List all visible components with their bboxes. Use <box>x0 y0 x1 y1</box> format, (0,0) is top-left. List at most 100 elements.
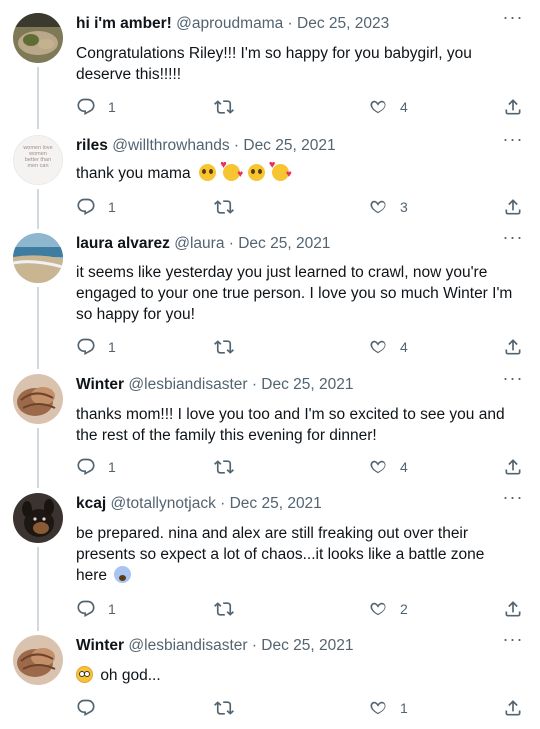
reply-icon <box>77 338 95 356</box>
display-name[interactable]: hi i'm amber! <box>76 15 172 32</box>
tweet-actions: 1 <box>0 696 540 720</box>
like-button[interactable]: 3 <box>368 195 408 219</box>
tweet-header: Winter @lesbiandisaster · Dec 25, 2021 <box>76 635 354 657</box>
retweet-icon <box>214 602 234 616</box>
smiling-face-with-hearts-emoji <box>269 160 292 181</box>
tweet-text: it seems like yesterday you just learned… <box>76 264 513 323</box>
avatar[interactable] <box>13 374 63 424</box>
display-name[interactable]: riles <box>76 137 108 154</box>
tweet-text: thanks mom!!! I love you too and I'm so … <box>76 406 505 444</box>
reply-icon <box>77 600 95 618</box>
share-button[interactable] <box>503 95 523 119</box>
display-name[interactable]: kcaj <box>76 495 106 512</box>
holding-hands-avatar <box>13 374 63 424</box>
more-icon[interactable]: ··· <box>500 488 526 509</box>
food-photo-avatar <box>13 13 63 63</box>
like-button[interactable]: 1 <box>368 696 408 720</box>
display-name[interactable]: Winter <box>76 637 124 654</box>
handle-date[interactable]: @laura · Dec 25, 2021 <box>174 235 330 252</box>
retweet-icon <box>214 100 234 114</box>
share-icon <box>505 99 521 115</box>
tweet-text-content: be prepared. nina and alex are still fre… <box>76 525 485 584</box>
display-name[interactable]: laura alvarez <box>76 235 170 252</box>
tweet-header: Winter @lesbiandisaster · Dec 25, 2021 <box>76 374 354 396</box>
handle-date[interactable]: @aproudmama · Dec 25, 2023 <box>176 15 389 32</box>
retweet-button[interactable] <box>214 95 234 119</box>
beach-photo-avatar <box>13 233 63 283</box>
retweet-icon <box>214 701 234 715</box>
reply-button[interactable]: 1 <box>76 455 116 479</box>
share-icon <box>505 459 521 475</box>
reply-count: 1 <box>108 99 116 115</box>
avatar[interactable]: women love women better than men can <box>13 135 63 185</box>
tweet-text: thank you mama <box>76 160 516 184</box>
tweet-header: kcaj @totallynotjack · Dec 25, 2021 <box>76 493 322 515</box>
display-name[interactable]: Winter <box>76 376 124 393</box>
reply-icon <box>77 458 95 476</box>
like-icon <box>370 100 386 114</box>
share-button[interactable] <box>503 696 523 720</box>
like-icon <box>370 701 386 715</box>
reply-button[interactable] <box>76 696 96 720</box>
retweet-button[interactable] <box>214 335 234 359</box>
holding-hands-avatar <box>13 635 63 685</box>
more-icon[interactable]: ··· <box>500 130 526 151</box>
like-icon <box>370 602 386 616</box>
reply-count: 1 <box>108 459 116 475</box>
like-icon <box>370 460 386 474</box>
more-icon[interactable]: ··· <box>500 8 526 29</box>
share-icon <box>505 339 521 355</box>
like-button[interactable]: 4 <box>368 95 408 119</box>
like-count: 2 <box>400 601 408 617</box>
more-icon[interactable]: ··· <box>500 228 526 249</box>
tweet-header: laura alvarez @laura · Dec 25, 2021 <box>76 233 330 255</box>
avatar[interactable] <box>13 635 63 685</box>
share-icon <box>505 700 521 716</box>
like-button[interactable]: 2 <box>368 597 408 621</box>
reply-icon <box>77 198 95 216</box>
like-button[interactable]: 4 <box>368 335 408 359</box>
avatar[interactable] <box>13 13 63 63</box>
share-button[interactable] <box>503 455 523 479</box>
more-icon[interactable]: ··· <box>500 369 526 390</box>
share-icon <box>505 199 521 215</box>
share-button[interactable] <box>503 195 523 219</box>
avatar-text-line: men can <box>27 163 49 169</box>
avatar[interactable] <box>13 493 63 543</box>
like-count: 3 <box>400 199 408 215</box>
reply-icon <box>77 699 95 717</box>
handle-date[interactable]: @totallynotjack · Dec 25, 2021 <box>110 495 321 512</box>
tweet-header: hi i'm amber! @aproudmama · Dec 25, 2023 <box>76 13 389 35</box>
retweet-button[interactable] <box>214 597 234 621</box>
tweet-text-content: thank you mama <box>76 165 191 182</box>
tweet-actions: 1 4 <box>0 335 540 359</box>
tweet-text: oh god... <box>76 665 516 686</box>
tweet-actions: 1 3 <box>0 195 540 219</box>
share-button[interactable] <box>503 335 523 359</box>
more-icon[interactable]: ··· <box>500 630 526 651</box>
retweet-button[interactable] <box>214 696 234 720</box>
retweet-icon <box>214 460 234 474</box>
like-count: 4 <box>400 459 408 475</box>
handle-date[interactable]: @lesbiandisaster · Dec 25, 2021 <box>128 637 353 654</box>
tweet-actions: 1 4 <box>0 95 540 119</box>
reply-count: 1 <box>108 339 116 355</box>
pleading-face-emoji <box>247 164 265 181</box>
retweet-button[interactable] <box>214 195 234 219</box>
reply-button[interactable]: 1 <box>76 597 116 621</box>
reply-button[interactable]: 1 <box>76 95 116 119</box>
like-count: 4 <box>400 339 408 355</box>
reply-button[interactable]: 1 <box>76 335 116 359</box>
handle-date[interactable]: @lesbiandisaster · Dec 25, 2021 <box>128 376 353 393</box>
share-button[interactable] <box>503 597 523 621</box>
tweet-text: be prepared. nina and alex are still fre… <box>76 523 516 586</box>
pleading-face-emoji <box>198 164 216 181</box>
retweet-button[interactable] <box>214 455 234 479</box>
share-icon <box>505 601 521 617</box>
tweet-header: riles @willthrowhands · Dec 25, 2021 <box>76 135 336 157</box>
like-button[interactable]: 4 <box>368 455 408 479</box>
retweet-icon <box>214 200 234 214</box>
handle-date[interactable]: @willthrowhands · Dec 25, 2021 <box>112 137 335 154</box>
avatar[interactable] <box>13 233 63 283</box>
reply-button[interactable]: 1 <box>76 195 116 219</box>
